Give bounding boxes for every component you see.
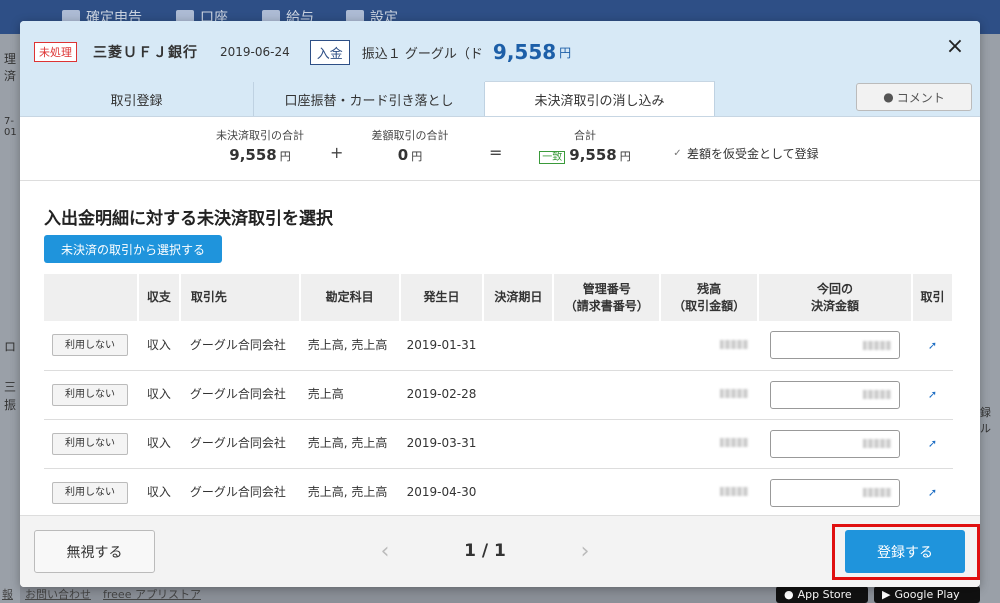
col-partner: 取引先	[179, 274, 301, 321]
unuse-button[interactable]: 利用しない	[52, 432, 128, 455]
col-settle-amount: 今回の 決済金額	[758, 274, 913, 321]
external-link-icon[interactable]: ➚	[927, 435, 938, 450]
settle-amount-input[interactable]	[769, 380, 900, 409]
apple-icon: ●	[784, 588, 794, 601]
external-link-icon[interactable]: ➚	[927, 484, 938, 499]
footer-appstore-link[interactable]: freee アプリストア	[103, 586, 201, 602]
chevron-right-icon[interactable]: ›	[570, 539, 600, 564]
google-play-badge[interactable]: ▶ Google Play	[874, 586, 980, 603]
register-button[interactable]: 登録する	[845, 530, 965, 573]
col-type: 収支	[137, 274, 181, 321]
tab-bar: 取引登録 口座振替・カード引き落とし 未決済取引の消し込み ● コメント	[20, 81, 980, 117]
background-right: 録ル	[980, 34, 1000, 603]
col-due: 決済期日	[483, 274, 555, 321]
status-badge: 未処理	[34, 42, 77, 62]
close-button[interactable]: ×	[944, 33, 966, 59]
transaction-description: 振込１ グーグル（ド	[361, 46, 483, 62]
settle-amount-input[interactable]	[769, 429, 900, 458]
match-badge: 一致	[539, 151, 566, 164]
col-account: 勘定科目	[299, 274, 401, 321]
balance-redacted	[720, 487, 749, 496]
transaction-date: 2019-06-24	[220, 45, 290, 59]
comment-button[interactable]: ● コメント	[856, 83, 972, 111]
table-row: 利用しない 収入 グーグル合同会社 売上高, 売上高 2019-04-30 ➚	[44, 468, 953, 518]
table-row: 利用しない 収入 グーグル合同会社 売上高 2019-02-28 ➚	[44, 370, 953, 420]
col-action	[44, 274, 139, 321]
close-icon: ×	[945, 33, 965, 59]
table-row: 利用しない 収入 グーグル合同会社 売上高, 売上高 2019-01-31 ➚	[44, 321, 953, 371]
summary-bar: 未決済取引の合計 9,558 円 + 差額取引の合計 0円 = 合計 一致 9,55…	[20, 117, 980, 181]
external-link-icon[interactable]: ➚	[927, 386, 938, 401]
col-balance: 残高 （取引金額）	[660, 274, 760, 321]
plus-sign: +	[330, 143, 344, 162]
select-unsettled-button[interactable]: 未決済の取引から選択する	[44, 235, 222, 263]
reconcile-modal: 未処理 三菱ＵＦＪ銀行 2019-06-24 入金 振込１ グーグル（ド 9,5…	[20, 21, 980, 587]
col-transaction: 取引	[911, 274, 955, 321]
balance-redacted	[720, 339, 749, 349]
tab-register-transaction[interactable]: 取引登録	[20, 82, 254, 116]
table-row: 利用しない 収入 グーグル合同会社 売上高, 売上高 2019-03-31 ➚	[44, 419, 953, 469]
unuse-button[interactable]: 利用しない	[52, 334, 128, 357]
equals-sign: =	[489, 143, 503, 162]
deposit-badge: 入金	[309, 39, 350, 65]
unuse-button[interactable]: 利用しない	[52, 481, 128, 504]
settle-amount-input[interactable]	[769, 478, 900, 507]
tab-unsettled-reconcile[interactable]: 未決済取引の消し込み	[485, 81, 715, 116]
unsettled-total: 未決済取引の合計 9,558 円	[216, 129, 304, 164]
difference-total: 差額取引の合計 0円	[371, 129, 449, 164]
pagination: ‹ 1 / 1 ›	[370, 536, 600, 566]
currency-unit: 円	[559, 45, 572, 60]
col-ref: 管理番号 （請求書番号）	[553, 274, 662, 321]
play-icon: ▶	[882, 588, 891, 601]
background-left: 理済 7-01 ロ 三 振	[0, 34, 20, 603]
footer-link[interactable]: 報	[2, 586, 13, 602]
app-store-badge[interactable]: ● App Store	[776, 586, 868, 603]
bank-name: 三菱ＵＦＪ銀行	[93, 45, 198, 61]
unuse-button[interactable]: 利用しない	[52, 383, 128, 406]
footer-contact-link[interactable]: お問い合わせ	[25, 586, 91, 602]
grand-total: 合計 一致 9,558 円	[530, 127, 640, 164]
page-indicator: 1 / 1	[464, 541, 506, 561]
register-difference-checkbox[interactable]: ✓ 差額を仮受金として登録	[672, 145, 818, 162]
external-link-icon[interactable]: ➚	[927, 337, 938, 352]
settle-amount-input[interactable]	[769, 331, 900, 360]
ignore-button[interactable]: 無視する	[34, 530, 155, 573]
checkmark-icon: ✓	[673, 148, 682, 159]
col-date: 発生日	[399, 274, 485, 321]
balance-redacted	[720, 389, 749, 398]
modal-header: 未処理 三菱ＵＦＪ銀行 2019-06-24 入金 振込１ グーグル（ド 9,5…	[20, 21, 980, 83]
chevron-left-icon[interactable]: ‹	[370, 539, 400, 564]
balance-redacted	[720, 438, 749, 447]
transaction-amount: 9,558	[492, 40, 557, 64]
unsettled-table: 収支 取引先 勘定科目 発生日 決済期日 管理番号 （請求書番号） 残高 （取引…	[44, 274, 955, 518]
speech-bubble-icon: ●	[883, 90, 894, 104]
section-title: 入出金明細に対する未決済取引を選択	[44, 209, 333, 229]
tab-account-transfer[interactable]: 口座振替・カード引き落とし	[254, 82, 485, 116]
modal-footer: 無視する ‹ 1 / 1 › 登録する	[20, 515, 980, 587]
